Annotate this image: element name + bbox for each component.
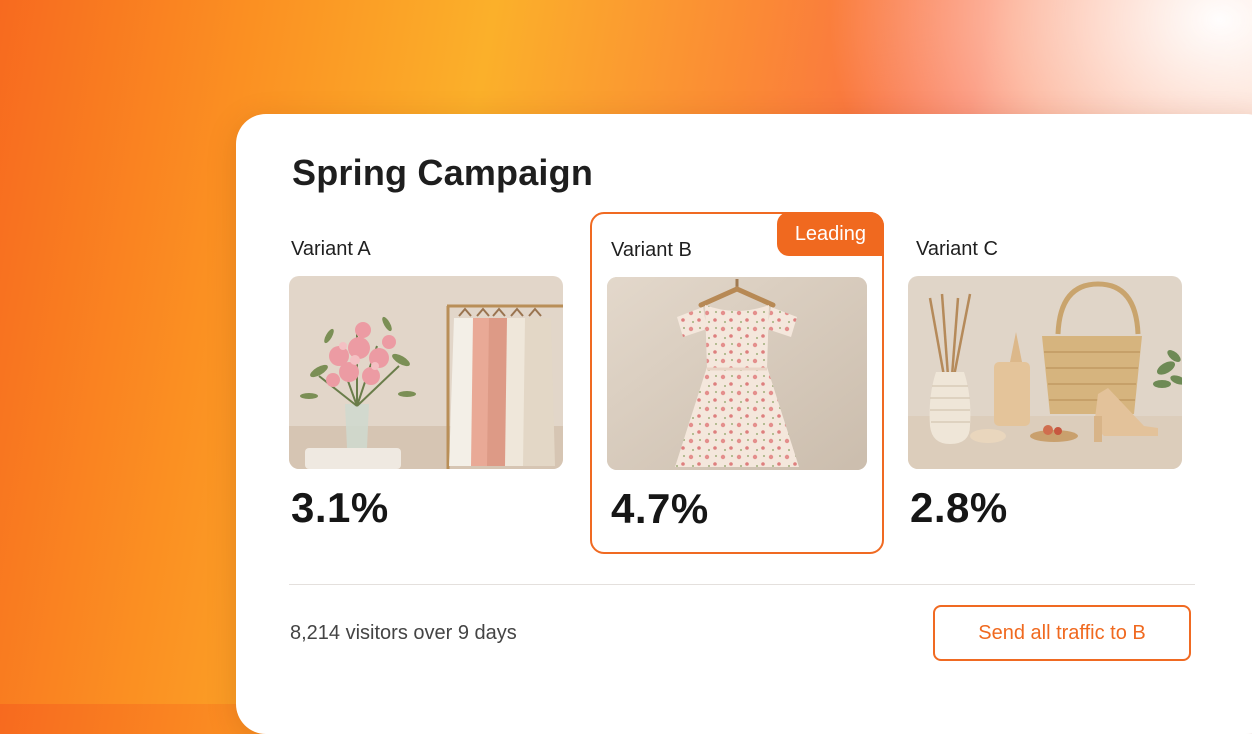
- variant-a-image: [289, 276, 563, 469]
- variant-b-label: Variant B: [611, 239, 692, 261]
- variant-c-conversion-rate: 2.8%: [910, 484, 1008, 531]
- variant-b-conversion-rate: 4.7%: [611, 485, 709, 532]
- variant-b-card[interactable]: Leading Variant B 4.7%: [590, 212, 884, 554]
- variant-c-image: [908, 276, 1182, 469]
- divider: [289, 584, 1195, 585]
- variant-c-label: Variant C: [916, 238, 998, 260]
- leading-badge: Leading: [776, 212, 884, 256]
- send-all-traffic-button[interactable]: Send all traffic to B: [933, 605, 1191, 661]
- variant-a-conversion-rate: 3.1%: [291, 484, 389, 531]
- page-title: Spring Campaign: [292, 152, 594, 193]
- campaign-card: Spring Campaign Variant A 3.1% Leading V…: [236, 114, 1252, 734]
- visitor-summary: 8,214 visitors over 9 days: [290, 622, 517, 644]
- variant-b-image: [607, 277, 867, 470]
- variant-a-label: Variant A: [291, 238, 371, 260]
